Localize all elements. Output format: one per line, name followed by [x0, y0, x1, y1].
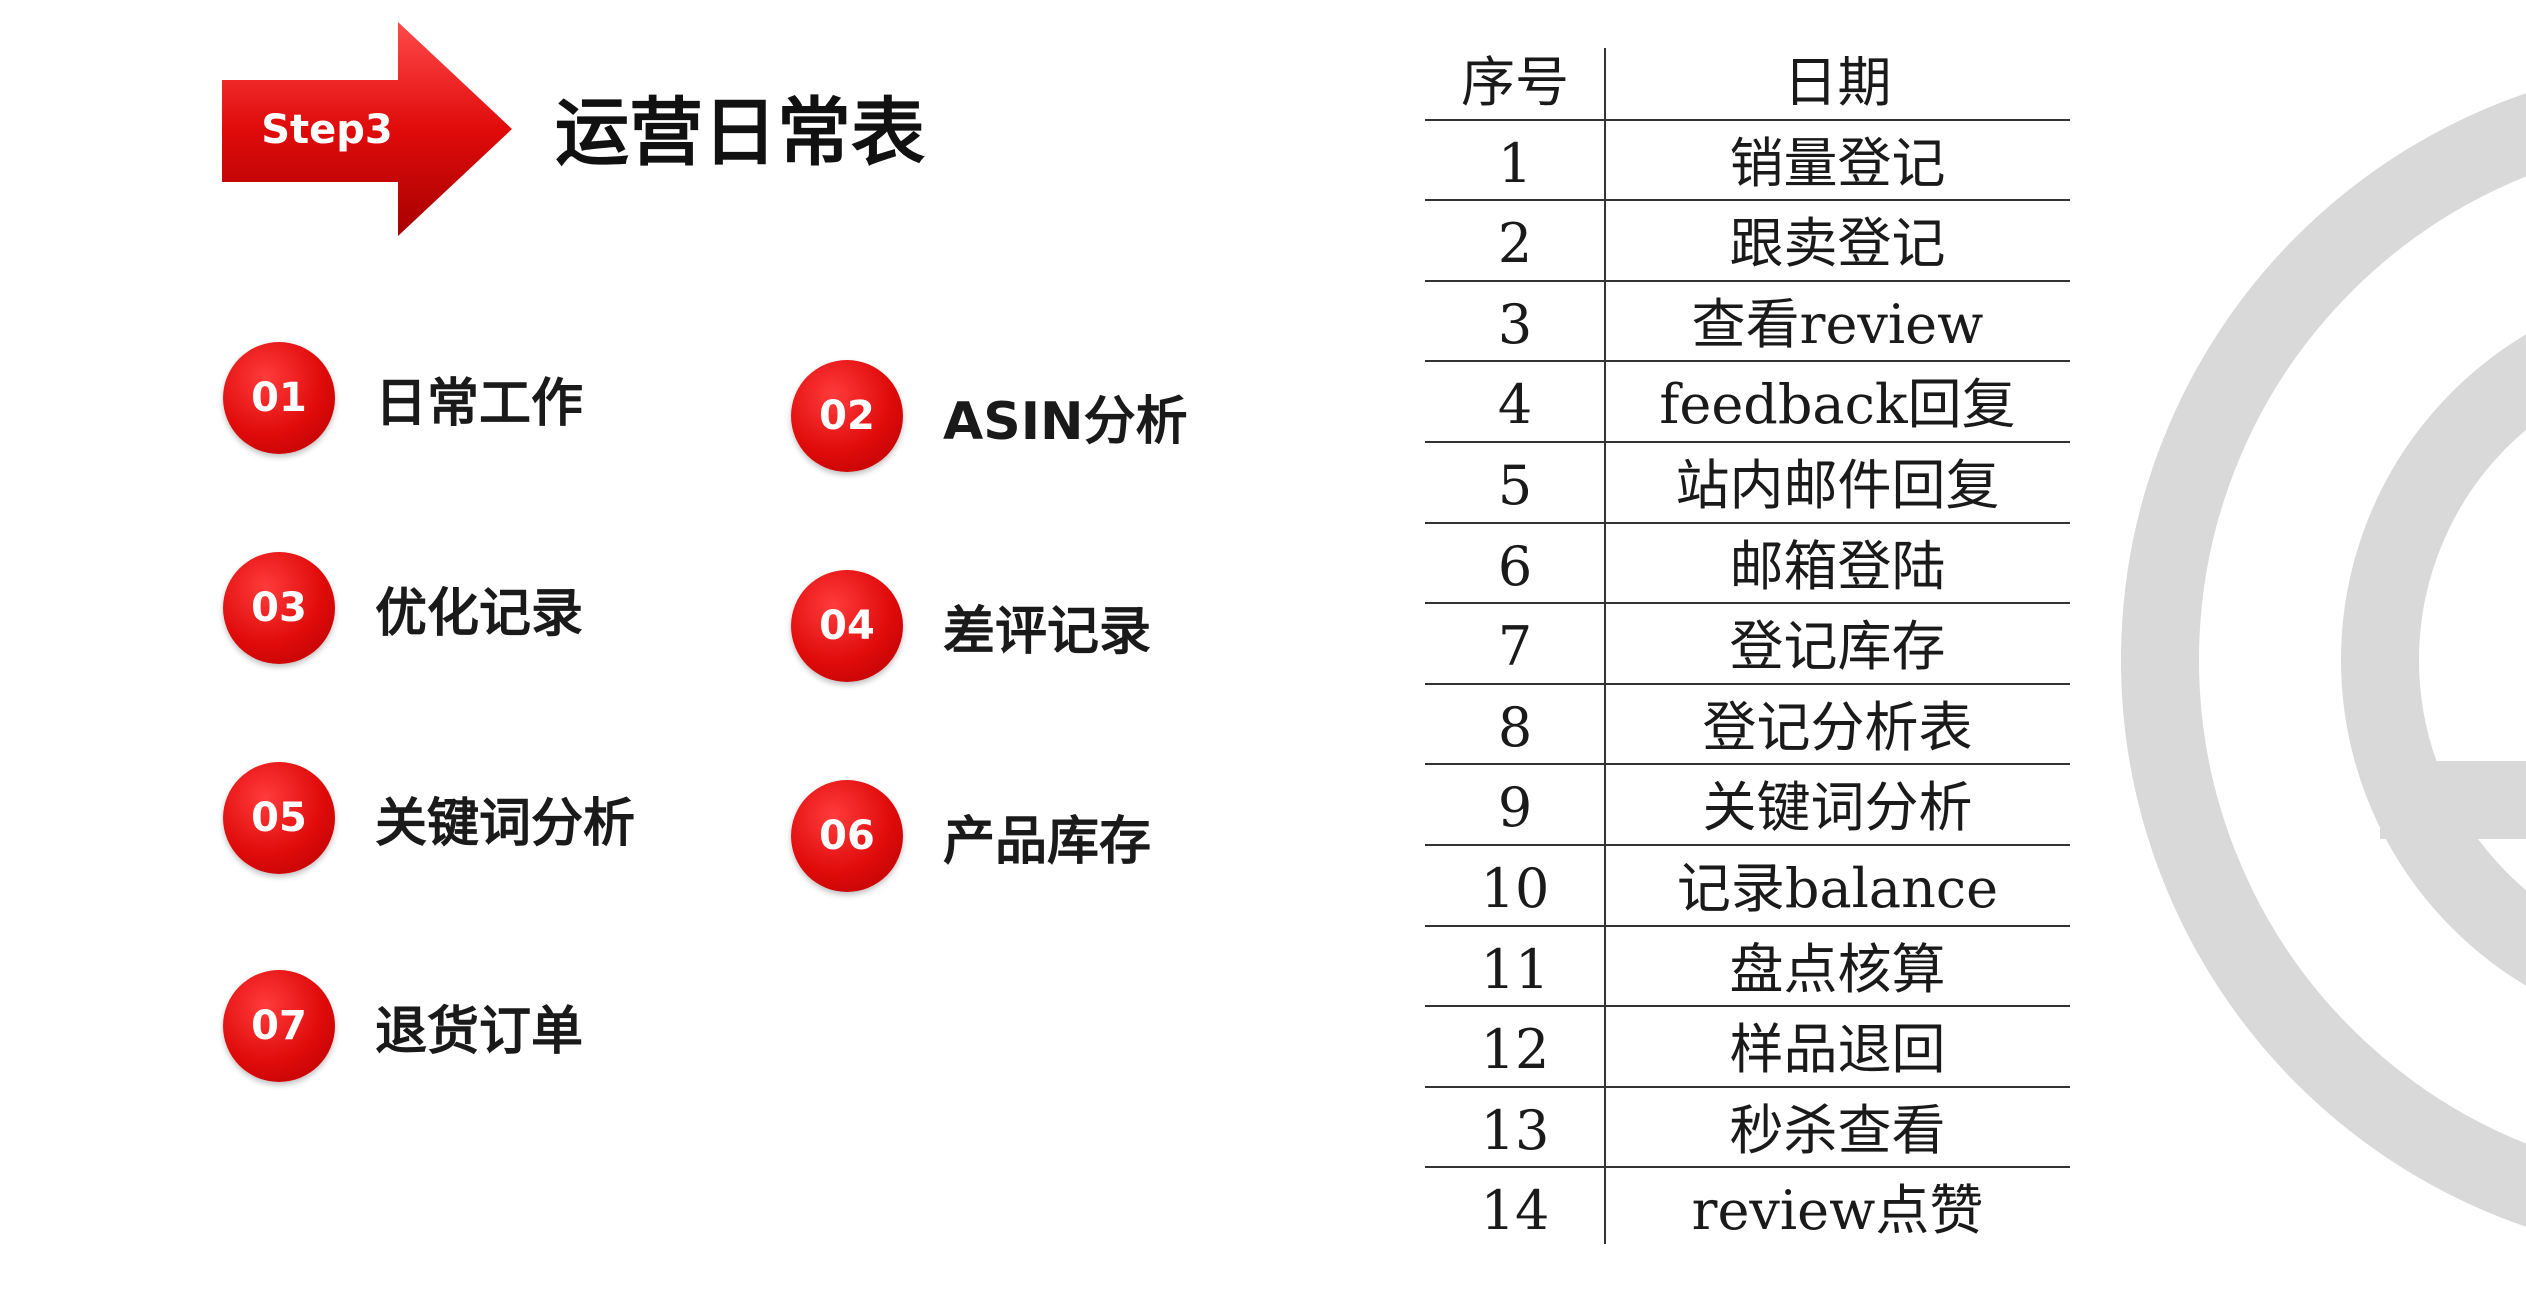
item-label: 差评记录 [943, 601, 1152, 662]
table-header-row: 序号 日期 [1425, 40, 2070, 121]
step-label: Step3 [261, 107, 393, 153]
table-row: 10 记录balance [1425, 846, 2070, 927]
item-number-badge: 02 [791, 360, 903, 472]
item-number-badge: 07 [223, 970, 335, 1082]
item-04: 04 差评记录 [791, 568, 1151, 684]
row-task: review点赞 [1691, 1179, 1984, 1243]
row-task: 记录balance [1676, 856, 1999, 920]
item-label: ASIN分析 [943, 391, 1188, 452]
column-header-index: 序号 [1461, 51, 1569, 114]
table-row: 1 销量登记 [1425, 121, 2070, 202]
daily-tasks-table: 序号 日期 1 销量登记 2 跟卖登记 3 查看review 4 feedbac… [1425, 40, 2070, 1249]
row-task: feedback回复 [1659, 373, 2016, 437]
table-row: 6 邮箱登陆 [1425, 524, 2070, 605]
item-label: 日常工作 [375, 373, 584, 434]
row-index: 2 [1497, 212, 1533, 276]
row-index: 13 [1480, 1098, 1550, 1162]
table-row: 4 feedback回复 [1425, 362, 2070, 443]
item-number-badge: 01 [223, 342, 335, 454]
row-task: 样品退回 [1729, 1018, 1946, 1082]
item-02: 02 ASIN分析 [791, 358, 1188, 474]
item-06: 06 产品库存 [791, 778, 1151, 894]
table-column-divider [1604, 48, 1606, 1244]
row-index: 12 [1480, 1018, 1550, 1082]
row-index: 6 [1497, 534, 1533, 598]
item-label: 优化记录 [375, 583, 584, 644]
item-label: 关键词分析 [375, 793, 636, 854]
row-index: 9 [1497, 776, 1533, 840]
item-number-badge: 05 [223, 762, 335, 874]
table-row: 12 样品退回 [1425, 1007, 2070, 1088]
table-row: 14 review点赞 [1425, 1168, 2070, 1249]
table-row: 9 关键词分析 [1425, 765, 2070, 846]
item-number-badge: 03 [223, 552, 335, 664]
item-05: 05 关键词分析 [223, 760, 635, 876]
row-task: 关键词分析 [1702, 776, 1973, 840]
table-row: 7 登记库存 [1425, 604, 2070, 685]
table-row: 3 查看review [1425, 282, 2070, 363]
item-label: 退货订单 [375, 1001, 584, 1062]
table-row: 8 登记分析表 [1425, 685, 2070, 766]
row-index: 8 [1497, 695, 1533, 759]
table-row: 11 盘点核算 [1425, 927, 2070, 1008]
row-index: 1 [1497, 131, 1533, 195]
row-index: 14 [1480, 1179, 1550, 1243]
row-index: 11 [1480, 937, 1550, 1001]
row-index: 4 [1497, 373, 1533, 437]
row-task: 登记分析表 [1702, 695, 1973, 759]
item-label: 产品库存 [943, 811, 1152, 872]
item-07: 07 退货订单 [223, 968, 583, 1084]
row-task: 登记库存 [1729, 615, 1946, 679]
item-01: 01 日常工作 [223, 340, 583, 456]
row-index: 10 [1480, 856, 1550, 920]
row-task: 盘点核算 [1729, 937, 1946, 1001]
row-index: 5 [1497, 453, 1533, 517]
table-row: 2 跟卖登记 [1425, 201, 2070, 282]
row-index: 7 [1497, 615, 1533, 679]
item-number-badge: 04 [791, 570, 903, 682]
row-task: 站内邮件回复 [1675, 453, 2000, 517]
row-task: 跟卖登记 [1729, 212, 1946, 276]
table-row: 5 站内邮件回复 [1425, 443, 2070, 524]
item-number-badge: 06 [791, 780, 903, 892]
row-task: 销量登记 [1729, 131, 1946, 195]
page-title: 运营日常表 [555, 90, 925, 176]
column-header-date: 日期 [1783, 51, 1892, 114]
item-03: 03 优化记录 [223, 550, 583, 666]
row-task: 秒杀查看 [1729, 1098, 1946, 1162]
row-task: 邮箱登陆 [1729, 534, 1946, 598]
table-row: 13 秒杀查看 [1425, 1088, 2070, 1169]
row-index: 3 [1497, 292, 1533, 356]
row-task: 查看review [1691, 292, 1984, 356]
